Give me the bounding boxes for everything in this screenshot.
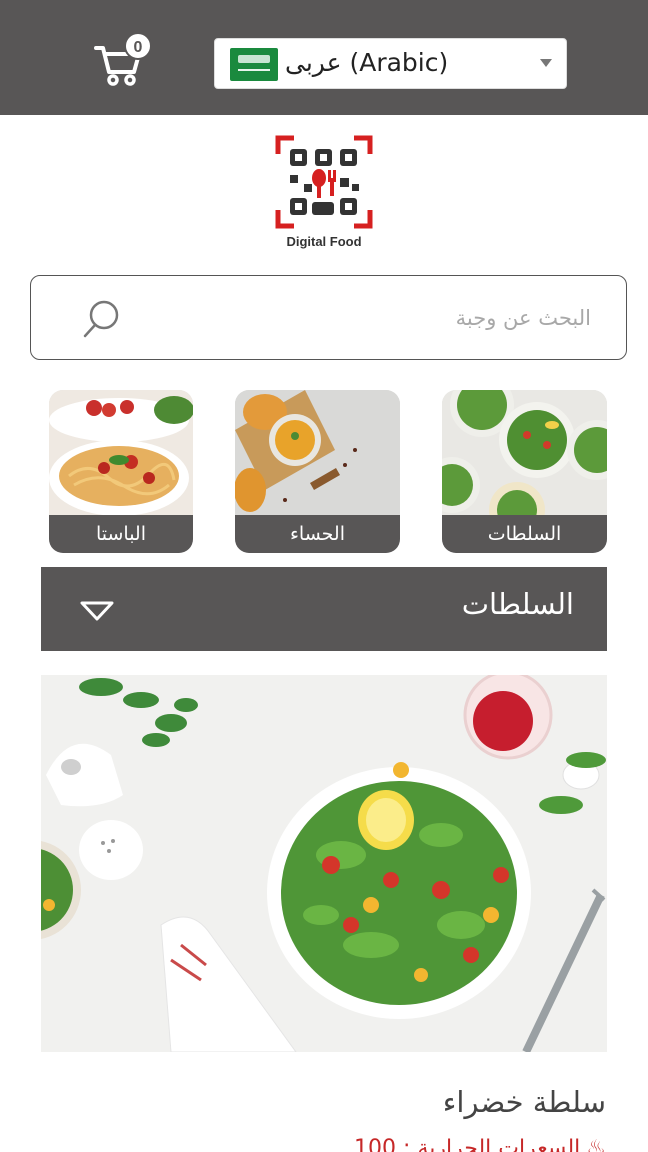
dish-image[interactable] bbox=[41, 675, 607, 1052]
triangle-down-icon bbox=[80, 601, 114, 621]
category-card-soup[interactable]: الحساء bbox=[235, 390, 400, 553]
top-bar: 0 عربى (Arabic) bbox=[0, 0, 648, 115]
category-card-pasta[interactable]: الباستا bbox=[49, 390, 193, 553]
category-label: الباستا bbox=[49, 515, 193, 553]
salad-image bbox=[442, 390, 607, 515]
category-label: الحساء bbox=[235, 515, 400, 553]
cart-button[interactable]: 0 bbox=[94, 32, 154, 88]
digital-food-logo: Digital Food bbox=[268, 132, 380, 252]
dish-calories: ♨ السعرات الحرارية : 100 bbox=[354, 1136, 606, 1152]
logo-caption: Digital Food bbox=[286, 234, 362, 249]
search-input[interactable] bbox=[151, 296, 591, 340]
category-section-header[interactable]: السلطات bbox=[41, 567, 607, 651]
category-card-salads[interactable]: السلطات bbox=[442, 390, 607, 553]
soup-image bbox=[235, 390, 400, 515]
search-icon[interactable] bbox=[81, 298, 123, 340]
dish-name: سلطة خضراء bbox=[442, 1085, 606, 1119]
language-label: عربى (Arabic) bbox=[285, 48, 449, 77]
cart-count-badge: 0 bbox=[124, 32, 152, 60]
pasta-image bbox=[49, 390, 193, 515]
language-select[interactable]: عربى (Arabic) bbox=[214, 38, 567, 89]
saudi-flag-icon bbox=[230, 48, 278, 81]
search-box bbox=[30, 275, 627, 360]
category-label: السلطات bbox=[442, 515, 607, 553]
dish-calories-text: السعرات الحرارية : 100 bbox=[354, 1136, 581, 1152]
section-title: السلطات bbox=[461, 587, 574, 621]
chevron-down-icon bbox=[540, 59, 552, 67]
fire-icon: ♨ bbox=[586, 1136, 606, 1152]
